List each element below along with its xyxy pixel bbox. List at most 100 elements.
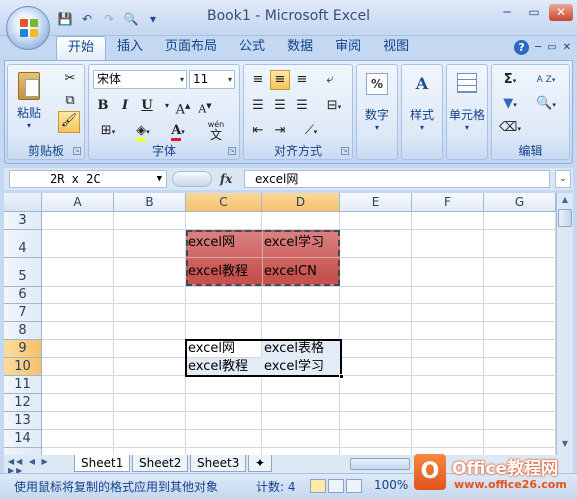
align-bottom-icon[interactable]: ≡ [292, 70, 312, 90]
page-break-view-icon[interactable] [346, 479, 362, 493]
insert-function-button[interactable]: fx [220, 170, 242, 188]
alignment-launcher-icon[interactable]: ↘ [341, 147, 349, 155]
shrink-font-button[interactable]: A▼ [195, 96, 215, 116]
formula-input[interactable]: excel网 [244, 170, 550, 188]
row-header-11[interactable]: 11 [4, 376, 42, 394]
wrap-text-icon[interactable]: ⤶ [320, 70, 340, 90]
maximize-button[interactable]: ▭ [522, 4, 546, 21]
row-header-10[interactable]: 10 [4, 358, 42, 376]
align-right-icon[interactable]: ☰ [292, 96, 312, 116]
office-button[interactable] [6, 6, 50, 50]
row-header-9[interactable]: 9 [4, 340, 42, 358]
formula-splitter[interactable] [172, 171, 212, 187]
row-header-5[interactable]: 5 [4, 258, 42, 287]
row-header-8[interactable]: 8 [4, 322, 42, 340]
sheet-tab-2[interactable]: Sheet2 [132, 455, 189, 472]
cut-icon[interactable]: ✂ [60, 69, 80, 89]
workbook-close-button[interactable]: ✕ [563, 42, 571, 53]
borders-icon[interactable]: ⊞▾ [93, 121, 123, 141]
number-group[interactable]: % 数字 ▾ [356, 64, 398, 160]
tab-review[interactable]: 审阅 [324, 36, 372, 60]
font-size-combo[interactable]: 11 ▾ [189, 70, 235, 89]
orientation-icon[interactable]: ⟋▾ [296, 121, 326, 141]
cell-c9[interactable]: excel网 [186, 341, 262, 357]
clipboard-launcher-icon[interactable]: ↘ [73, 147, 81, 155]
tab-insert[interactable]: 插入 [106, 36, 154, 60]
row-header-15[interactable] [4, 448, 42, 455]
tab-data[interactable]: 数据 [276, 36, 324, 60]
cells-group[interactable]: 单元格 ▾ [446, 64, 488, 160]
row-header-6[interactable]: 6 [4, 287, 42, 304]
scroll-up-icon[interactable]: ▲ [558, 195, 572, 207]
font-launcher-icon[interactable]: ↘ [228, 147, 236, 155]
column-header-d[interactable]: D [262, 193, 340, 212]
column-header-g[interactable]: G [484, 193, 556, 212]
paste-button[interactable]: 粘贴 ▾ [12, 69, 46, 135]
cell-d10[interactable]: excel学习 [262, 359, 340, 375]
cell-d9[interactable]: excel表格 [262, 341, 340, 357]
workbook-minimize-button[interactable]: ─ [535, 42, 541, 53]
italic-button[interactable]: I [115, 96, 135, 116]
vertical-scrollbar[interactable]: ▲ ▼ [556, 193, 573, 455]
column-header-a[interactable]: A [42, 193, 114, 212]
tab-home[interactable]: 开始 [56, 36, 107, 60]
styles-group[interactable]: A 样式 ▾ [401, 64, 443, 160]
close-button[interactable]: ✕ [549, 4, 573, 21]
cell-d4[interactable]: excel学习 [262, 233, 340, 253]
row-header-14[interactable]: 14 [4, 430, 42, 448]
sheet-tab-3[interactable]: Sheet3 [190, 455, 247, 472]
column-header-e[interactable]: E [340, 193, 412, 212]
merge-center-icon[interactable]: ⊟▾ [320, 96, 348, 116]
fill-icon[interactable]: ▼▾ [496, 94, 524, 114]
underline-button[interactable]: U [137, 96, 157, 116]
column-header-b[interactable]: B [114, 193, 186, 212]
bold-button[interactable]: B [93, 96, 113, 116]
scroll-thumb[interactable] [558, 209, 572, 227]
grow-font-button[interactable]: A▲ [173, 96, 193, 117]
row-header-4[interactable]: 4 [4, 230, 42, 258]
tab-formulas[interactable]: 公式 [228, 36, 276, 60]
font-name-combo[interactable]: 宋体 ▾ [93, 70, 187, 89]
clear-icon[interactable]: ⌫▾ [496, 118, 524, 138]
phonetic-guide-button[interactable]: wén 文 [201, 119, 231, 143]
autosum-button[interactable]: Σ▾ [496, 70, 524, 90]
minimize-button[interactable]: ─ [495, 4, 519, 21]
help-icon[interactable]: ? [514, 40, 530, 55]
normal-view-icon[interactable] [310, 479, 326, 493]
column-header-c[interactable]: C [186, 193, 262, 212]
tab-view[interactable]: 视图 [372, 36, 420, 60]
row-header-7[interactable]: 7 [4, 304, 42, 322]
row-header-12[interactable]: 12 [4, 394, 42, 412]
cell-c4[interactable]: excel网 [186, 233, 262, 253]
tab-page-layout[interactable]: 页面布局 [154, 36, 228, 60]
align-top-icon[interactable]: ≡ [248, 70, 268, 90]
name-box[interactable]: 2R x 2C ▼ [9, 170, 167, 188]
sheet-tab-1[interactable]: Sheet1 [74, 455, 131, 472]
insert-sheet-icon[interactable]: ✦ [248, 455, 272, 472]
column-header-f[interactable]: F [412, 193, 484, 212]
sort-filter-button[interactable]: A Z▾ [528, 70, 564, 90]
workbook-restore-button[interactable]: ▭ [547, 42, 556, 53]
decrease-indent-icon[interactable]: ⇤ [248, 121, 268, 141]
align-left-icon[interactable]: ☰ [248, 96, 268, 116]
row-header-3[interactable]: 3 [4, 212, 42, 230]
expand-formula-bar-icon[interactable]: ⌄ [555, 170, 571, 188]
find-select-icon[interactable]: 🔍▾ [528, 94, 564, 114]
zoom-level[interactable]: 100% [374, 478, 408, 492]
cell-c10[interactable]: excel教程 [186, 359, 262, 375]
align-center-icon[interactable]: ☰ [270, 96, 290, 116]
align-middle-icon[interactable]: ≡ [270, 70, 290, 90]
row-header-13[interactable]: 13 [4, 412, 42, 430]
font-color-icon[interactable]: A▾ [163, 121, 193, 141]
cell-c5[interactable]: excel教程 [186, 262, 262, 282]
increase-indent-icon[interactable]: ⇥ [270, 121, 290, 141]
fill-color-icon[interactable]: ◈▾ [127, 121, 159, 141]
horizontal-scroll-thumb[interactable] [350, 458, 410, 470]
scroll-down-icon[interactable]: ▼ [558, 439, 572, 451]
format-painter-icon[interactable]: 🖌 [58, 111, 80, 133]
select-all-corner[interactable] [4, 193, 42, 212]
copy-icon[interactable]: ⧉ [60, 91, 80, 111]
cell-d5[interactable]: excelCN [262, 262, 340, 282]
page-layout-view-icon[interactable] [328, 479, 344, 493]
worksheet-grid[interactable]: A B C D E F G 3 4 5 6 7 8 9 10 11 12 13 … [4, 193, 556, 455]
